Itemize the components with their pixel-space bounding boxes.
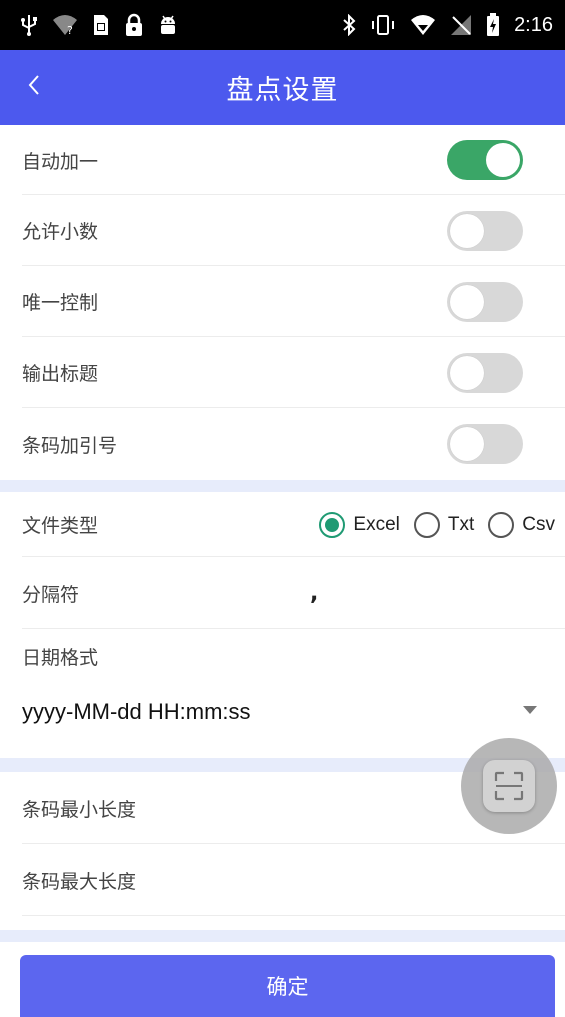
auto-increment-toggle[interactable] xyxy=(447,140,523,180)
setting-label: 输出标题 xyxy=(22,363,99,385)
radio-checked-icon xyxy=(319,511,346,538)
date-format-value: yyyy-MM-dd HH:mm:ss xyxy=(22,699,251,724)
wifi-signal-icon xyxy=(410,14,436,36)
radio-label: Txt xyxy=(447,513,475,535)
setting-label: 条码最大长度 xyxy=(22,870,137,893)
setting-label: 分隔符 xyxy=(22,583,80,606)
status-right-icons: 2:16 xyxy=(342,13,553,37)
scan-button[interactable] xyxy=(461,738,557,834)
setting-row-separator: 分隔符 , xyxy=(0,557,565,629)
file-type-option-csv[interactable]: Csv xyxy=(488,511,555,538)
file-type-radio-group: Excel Txt Csv xyxy=(319,492,555,557)
unique-control-toggle[interactable] xyxy=(447,282,523,322)
setting-row-unique-control: 唯一控制 xyxy=(0,266,565,337)
lock-icon xyxy=(124,13,144,37)
chevron-left-icon xyxy=(27,73,41,101)
section-gap xyxy=(0,930,565,942)
setting-row-allow-decimal: 允许小数 xyxy=(0,195,565,266)
output-header-toggle[interactable] xyxy=(447,353,523,393)
back-button[interactable] xyxy=(12,65,56,109)
setting-label: 条码最小长度 xyxy=(22,798,137,821)
confirm-button[interactable]: 确定 xyxy=(20,955,555,1017)
toggle-knob xyxy=(450,214,484,248)
radio-unchecked-icon xyxy=(488,511,515,538)
setting-row-barcode-quotes: 条码加引号 xyxy=(0,408,565,480)
wifi-question-icon: ? xyxy=(52,14,78,36)
setting-label: 允许小数 xyxy=(22,221,99,243)
android-icon xyxy=(158,13,178,37)
setting-row-output-header: 输出标题 xyxy=(0,337,565,408)
radio-label: Csv xyxy=(522,513,555,535)
usb-icon xyxy=(20,13,38,37)
setting-label: 唯一控制 xyxy=(22,292,99,314)
page-title: 盘点设置 xyxy=(226,75,339,106)
status-time: 2:16 xyxy=(514,13,553,36)
divider xyxy=(22,915,565,916)
setting-label: 条码加引号 xyxy=(22,434,118,457)
date-format-select[interactable]: yyyy-MM-dd HH:mm:ss xyxy=(0,680,565,744)
status-left-icons: ? xyxy=(20,13,178,37)
file-type-option-txt[interactable]: Txt xyxy=(413,511,475,538)
setting-row-file-type: 文件类型 Excel Txt Csv xyxy=(0,492,565,557)
setting-label: 文件类型 xyxy=(22,515,99,537)
svg-text:?: ? xyxy=(67,24,73,36)
section-gap xyxy=(0,480,565,492)
radio-label: Excel xyxy=(353,513,400,535)
radio-unchecked-icon xyxy=(413,511,440,538)
scan-icon xyxy=(483,760,535,812)
toggle-knob xyxy=(486,143,520,177)
file-type-option-excel[interactable]: Excel xyxy=(319,511,400,538)
barcode-quotes-toggle[interactable] xyxy=(447,424,523,464)
toggle-knob xyxy=(450,285,484,319)
setting-row-auto-increment: 自动加一 xyxy=(0,125,565,195)
bluetooth-icon xyxy=(342,14,356,36)
setting-row-date-format: 日期格式 xyxy=(0,629,565,684)
dropdown-arrow-icon xyxy=(523,706,537,714)
sim-card-icon xyxy=(92,14,110,36)
allow-decimal-toggle[interactable] xyxy=(447,211,523,251)
vibrate-icon xyxy=(370,14,396,36)
setting-row-barcode-max-length[interactable]: 条码最大长度 xyxy=(0,844,565,916)
setting-label: 日期格式 xyxy=(22,647,99,669)
no-signal-icon xyxy=(450,14,472,36)
status-bar: ? 2:16 xyxy=(0,0,565,50)
toggle-knob xyxy=(450,427,484,461)
separator-input[interactable]: , xyxy=(310,557,318,629)
setting-label: 自动加一 xyxy=(22,150,99,173)
title-bar: 盘点设置 xyxy=(0,50,565,125)
toggle-knob xyxy=(450,356,484,390)
battery-charging-icon xyxy=(486,13,500,37)
